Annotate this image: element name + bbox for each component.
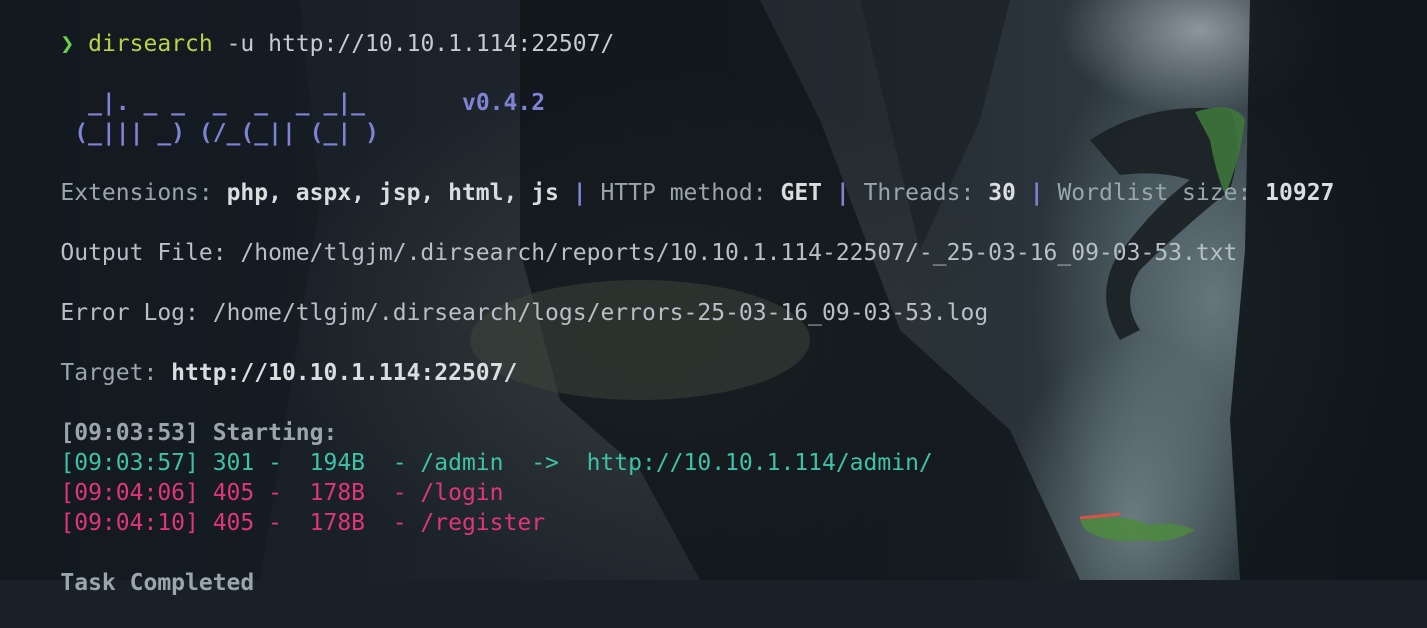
config-line: Extensions: php, aspx, jsp, html, js | H…	[60, 180, 1335, 206]
command-args: -u http://10.10.1.114:22507/	[212, 31, 615, 57]
error-log-line: Error Log: /home/tlgjm/.dirsearch/logs/e…	[60, 300, 989, 326]
command-line: ❯ dirsearch -u http://10.10.1.114:22507/	[5, 0, 614, 57]
target-line: Target: http://10.10.1.114:22507/	[60, 360, 518, 386]
banner-line-2: (_||| _) (/_(_|| (_| )	[5, 88, 379, 146]
version-label: v0.4.2	[461, 90, 546, 116]
dirsearch-logo-bottom: (_||| _) (/_(_|| (_| )	[60, 120, 379, 146]
http-method-value: GET	[780, 180, 823, 206]
command-name: dirsearch	[88, 31, 213, 57]
banner-line-1: _|. _ _ _ _ _ _|_ v0.4.2	[5, 58, 545, 116]
result-row: [09:04:10] 405 - 178B - /register	[5, 478, 545, 536]
terminal-output: ❯ dirsearch -u http://10.10.1.114:22507/…	[0, 0, 1427, 596]
result-row: [09:03:57] 301 - 194B - /admin -> http:/…	[5, 418, 932, 476]
target-url: http://10.10.1.114:22507/	[171, 360, 518, 386]
error-log-path: /home/tlgjm/.dirsearch/logs/errors-25-03…	[212, 300, 989, 326]
threads-value: 30	[988, 180, 1016, 206]
result-register: [09:04:10] 405 - 178B - /register	[60, 510, 546, 536]
output-file-path: /home/tlgjm/.dirsearch/reports/10.10.1.1…	[240, 240, 1238, 266]
starting-line: [09:03:53] Starting:	[60, 420, 338, 446]
prompt-symbol: ❯	[60, 31, 75, 57]
output-file-line: Output File: /home/tlgjm/.dirsearch/repo…	[60, 240, 1238, 266]
task-completed: Task Completed	[60, 570, 255, 596]
extensions-value: php, aspx, jsp, html, js	[226, 180, 559, 206]
task-completed-line: Task Completed	[5, 538, 254, 596]
result-row: [09:04:06] 405 - 178B - /login	[5, 448, 503, 506]
wordlist-size-value: 10927	[1265, 180, 1335, 206]
